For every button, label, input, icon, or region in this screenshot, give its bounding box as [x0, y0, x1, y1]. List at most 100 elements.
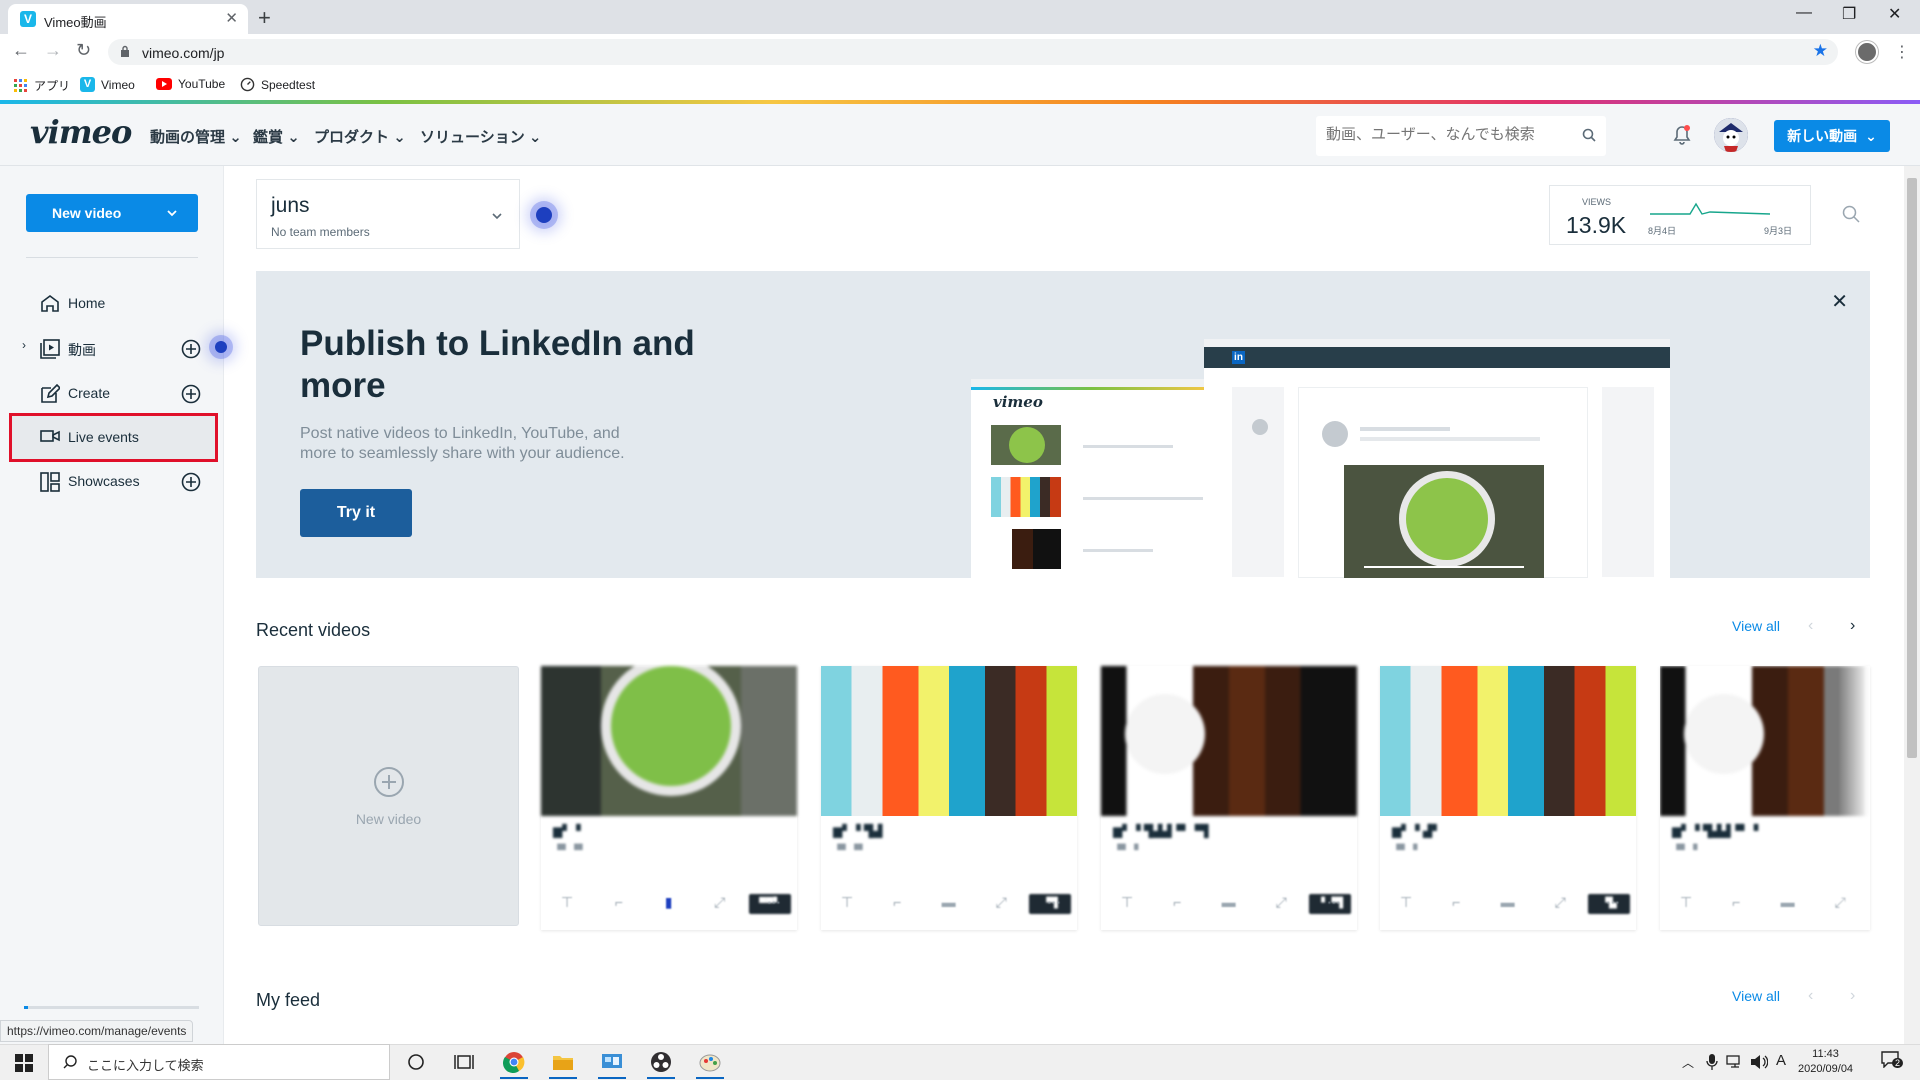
video-thumbnail[interactable] [1380, 666, 1636, 816]
share-icon[interactable]: ▮ [665, 894, 673, 911]
more-icon[interactable]: ⋯ [767, 894, 781, 911]
embed-icon[interactable]: ⤢ [996, 894, 1007, 911]
show-hidden-icons[interactable]: ︿ [1682, 1054, 1694, 1071]
video-actions[interactable]: ⊤ ⌐ ▬ ⤢ ⋯ [1400, 894, 1620, 911]
feed-next-icon[interactable]: › [1850, 987, 1855, 1005]
paint-app-icon[interactable] [690, 1049, 730, 1079]
vimeo-logo[interactable]: vimeo [30, 113, 132, 151]
views-stats-card[interactable]: VIEWS 13.9K 8月4日 9月3日 [1549, 185, 1811, 245]
tour-hotspot-dot[interactable] [536, 207, 552, 223]
taskbar-search[interactable]: ここに入力して検索 [48, 1044, 390, 1080]
menu-manage-videos[interactable]: 動画の管理 ⌄ [150, 126, 242, 147]
share-icon[interactable]: ▬ [1222, 894, 1236, 911]
share-icon[interactable]: ▬ [1781, 894, 1795, 911]
bookmark-apps[interactable]: アプリ [14, 77, 70, 94]
bookmark-vimeo[interactable]: V Vimeo [80, 77, 135, 92]
feed-prev-icon[interactable]: ‹ [1808, 987, 1813, 1005]
volume-icon[interactable] [1750, 1054, 1768, 1070]
forward-icon[interactable]: → [44, 40, 62, 61]
close-window-icon[interactable]: ✕ [1888, 4, 1901, 24]
sidebar-item-showcases[interactable]: Showcases [10, 461, 218, 501]
file-explorer-icon[interactable] [543, 1049, 583, 1079]
video-thumbnail[interactable] [541, 666, 797, 816]
user-avatar[interactable] [1714, 118, 1748, 152]
browser-menu-icon[interactable]: ⋮ [1894, 42, 1910, 62]
edit-icon[interactable]: ⌐ [615, 894, 623, 911]
search-icon[interactable] [1842, 205, 1860, 223]
more-icon[interactable]: ⋯ [1327, 894, 1341, 911]
video-card[interactable]: ▀▀▘ ▆▘▝ ▝▘▝▘ ⊤ ⌐ ▮ ⤢ ⋯ [541, 666, 797, 930]
cortana-icon[interactable] [396, 1049, 436, 1075]
notification-bell-icon[interactable] [1672, 124, 1692, 146]
menu-products[interactable]: プロダクト ⌄ [314, 126, 406, 147]
browser-tab[interactable]: V Vimeo動画 ✕ [8, 4, 248, 34]
expand-chevron-icon[interactable]: › [22, 338, 26, 352]
windows-start-icon[interactable] [15, 1054, 33, 1072]
feed-view-all-link[interactable]: View all [1732, 988, 1780, 1004]
new-video-card[interactable]: New video [258, 666, 519, 926]
analytics-icon[interactable]: ⊤ [561, 894, 573, 911]
taskbar-clock[interactable]: 11:43 2020/09/04 [1798, 1047, 1853, 1077]
chevron-down-icon[interactable] [166, 207, 178, 219]
sidebar-item-create[interactable]: Create [10, 373, 218, 413]
task-view-icon[interactable] [444, 1049, 484, 1075]
analytics-icon[interactable]: ⊤ [841, 894, 853, 911]
page-scrollbar-thumb[interactable] [1907, 178, 1917, 758]
bookmark-speedtest[interactable]: Speedtest [240, 77, 315, 92]
video-actions[interactable]: ⊤ ⌐ ▬ ⤢ ⋯ [841, 894, 1061, 911]
video-actions[interactable]: ⊤ ⌐ ▬ ⤢ ⋯ [1121, 894, 1341, 911]
more-icon[interactable]: ⋯ [1047, 894, 1061, 911]
site-search[interactable] [1316, 116, 1606, 156]
restore-icon[interactable]: ❐ [1842, 4, 1856, 24]
analytics-icon[interactable]: ⊤ [1400, 894, 1412, 911]
add-circle-icon[interactable] [181, 384, 201, 404]
search-input[interactable] [1326, 126, 1566, 143]
action-center-icon[interactable]: 2 [1880, 1050, 1904, 1072]
menu-watch[interactable]: 鑑賞 ⌄ [253, 126, 300, 147]
add-circle-icon[interactable] [181, 472, 201, 492]
search-icon[interactable] [1582, 128, 1596, 142]
tour-hotspot-dot[interactable] [215, 341, 227, 353]
tab-close-icon[interactable]: ✕ [225, 9, 238, 27]
profile-avatar[interactable] [1856, 41, 1878, 63]
share-icon[interactable]: ▬ [1501, 894, 1515, 911]
edit-icon[interactable]: ⌐ [893, 894, 901, 911]
sidebar-item-home[interactable]: Home [10, 283, 218, 323]
video-thumbnail[interactable] [821, 666, 1077, 816]
carousel-prev-icon[interactable]: ‹ [1808, 617, 1813, 635]
obs-app-icon[interactable] [641, 1049, 681, 1079]
minimize-icon[interactable]: — [1796, 4, 1812, 22]
new-video-button[interactable]: New video [26, 194, 198, 232]
more-icon[interactable]: ⋯ [1606, 894, 1620, 911]
edit-icon[interactable]: ⌐ [1732, 894, 1740, 911]
reload-icon[interactable]: ↻ [76, 40, 91, 61]
recent-view-all-link[interactable]: View all [1732, 618, 1780, 634]
analytics-icon[interactable]: ⊤ [1121, 894, 1133, 911]
embed-icon[interactable]: ⤢ [1276, 894, 1287, 911]
video-card[interactable]: ▝▙ ▆▘▝ ▟▘ ▝▘▝ ⊤ ⌐ ▬ ⤢ ⋯ [1380, 666, 1636, 930]
back-icon[interactable]: ← [12, 40, 30, 61]
try-it-button[interactable]: Try it [300, 489, 412, 537]
address-bar[interactable]: vimeo.com/jp ★ [108, 39, 1838, 65]
team-selector[interactable]: juns No team members [256, 179, 520, 249]
close-banner-icon[interactable]: ✕ [1831, 289, 1848, 314]
add-circle-icon[interactable] [181, 339, 201, 359]
video-card[interactable]: ▝▜ ▆▘▝ ▜▟ ▝▘▝▘ ⊤ ⌐ ▬ ⤢ ⋯ [821, 666, 1077, 930]
ime-indicator[interactable]: A [1776, 1052, 1786, 1069]
edit-icon[interactable]: ⌐ [1452, 894, 1460, 911]
network-icon[interactable] [1726, 1055, 1744, 1069]
edit-icon[interactable]: ⌐ [1173, 894, 1181, 911]
new-tab-button[interactable]: + [258, 5, 271, 31]
video-card[interactable]: ▝ ▝▜ ▆▘▝ ▜▟▟▝▘▝▜ ▝▘▝ ⊤ ⌐ ▬ ⤢ ⋯ [1101, 666, 1357, 930]
video-actions[interactable]: ⊤ ⌐ ▮ ⤢ ⋯ [561, 894, 781, 911]
control-panel-icon[interactable] [592, 1049, 632, 1079]
menu-solutions[interactable]: ソリューション ⌄ [420, 126, 541, 147]
analytics-icon[interactable]: ⊤ [1680, 894, 1692, 911]
carousel-next-icon[interactable]: › [1850, 617, 1855, 635]
share-icon[interactable]: ▬ [942, 894, 956, 911]
video-thumbnail[interactable] [1101, 666, 1357, 816]
embed-icon[interactable]: ⤢ [714, 894, 725, 911]
bookmark-youtube[interactable]: YouTube [156, 77, 225, 91]
microphone-icon[interactable] [1706, 1053, 1718, 1071]
embed-icon[interactable]: ⤢ [1555, 894, 1566, 911]
